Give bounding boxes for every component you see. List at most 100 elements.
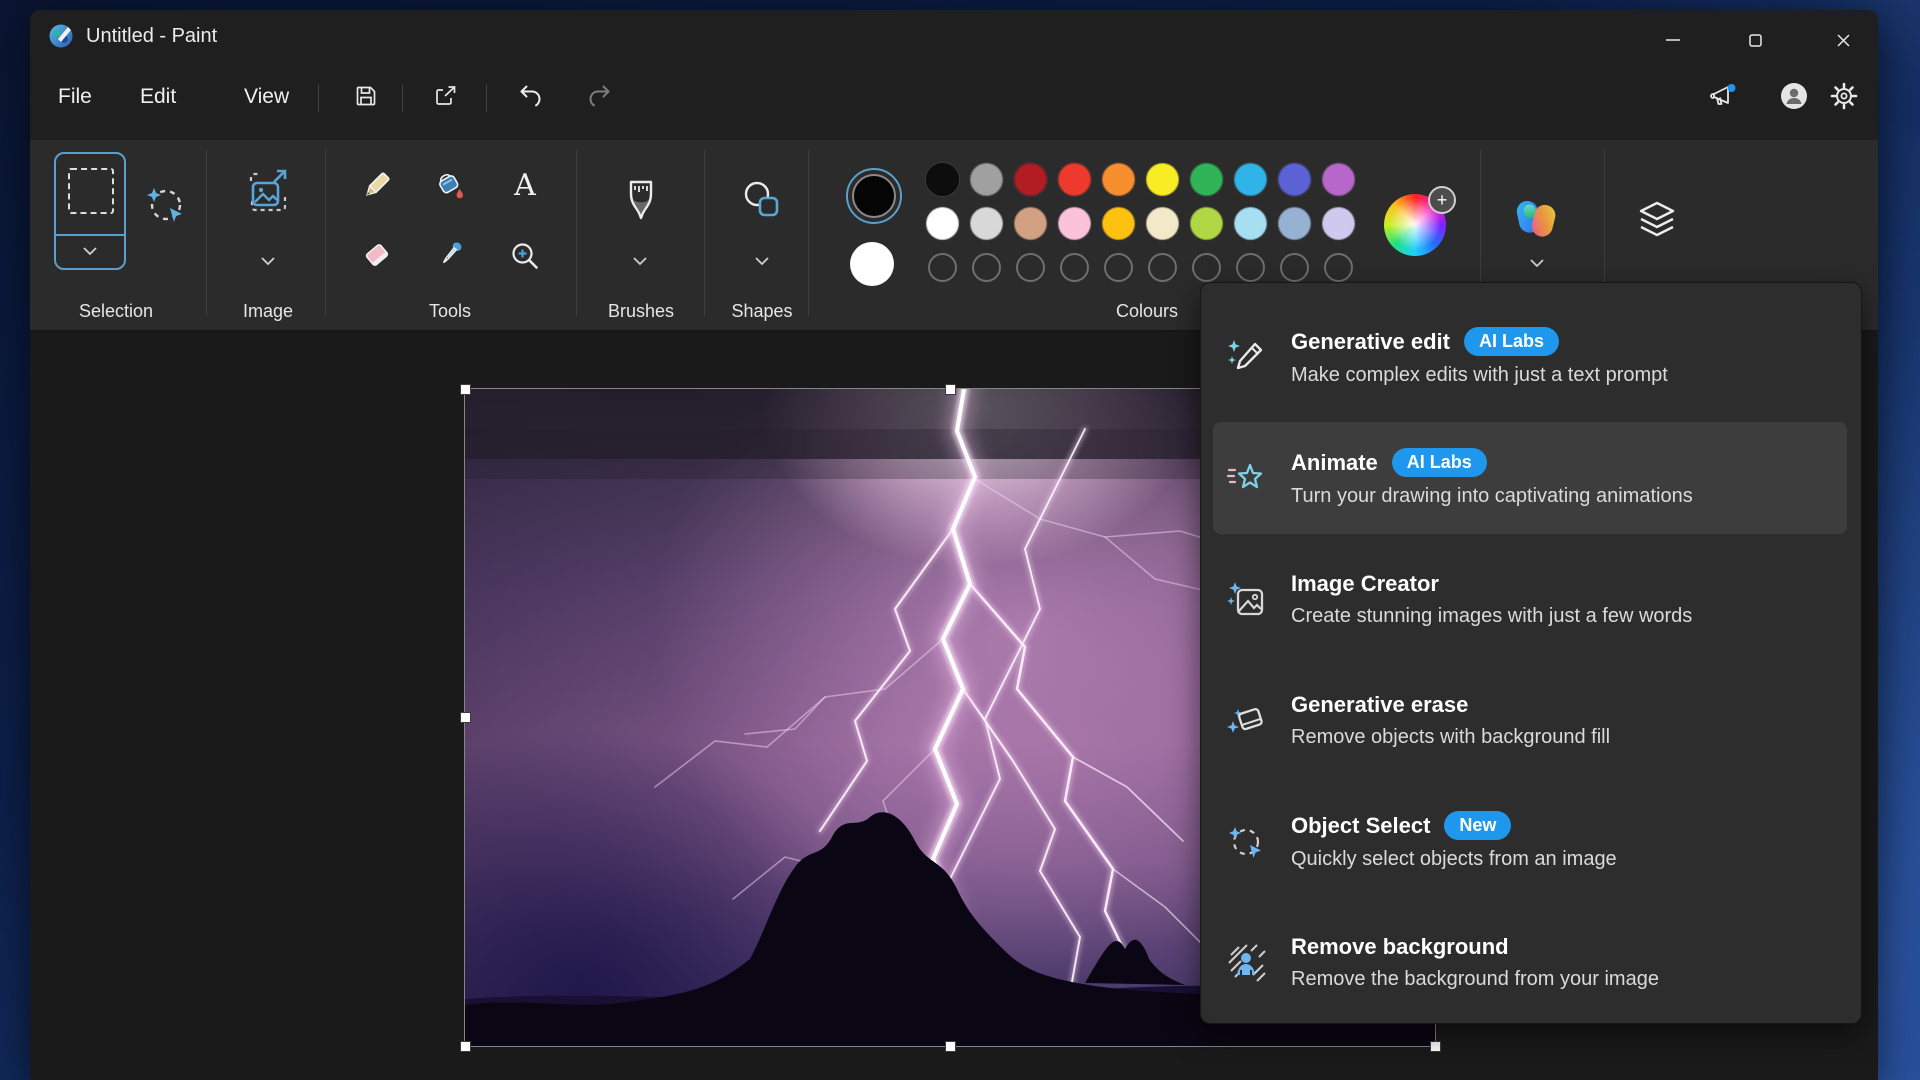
colour-swatch[interactable] — [1234, 163, 1267, 196]
empty-colour-slot[interactable] — [1280, 253, 1309, 282]
empty-colour-slot[interactable] — [1192, 253, 1221, 282]
remove-background-icon — [1223, 941, 1269, 983]
animate-icon — [1223, 457, 1269, 499]
menu-item-description: Make complex edits with just a text prom… — [1291, 364, 1668, 387]
colour-2[interactable] — [850, 242, 894, 286]
selection-tool-button[interactable] — [54, 152, 126, 270]
menu-item-description: Remove objects with background fill — [1291, 726, 1610, 749]
colour-swatch[interactable] — [1322, 163, 1355, 196]
group-label-tools: Tools — [429, 301, 471, 322]
menu-item-image-creator[interactable]: Image Creator Create stunning images wit… — [1213, 543, 1847, 655]
selection-handle-mid-left[interactable] — [460, 712, 471, 723]
colour-swatch[interactable] — [1102, 207, 1135, 240]
menu-item-description: Quickly select objects from an image — [1291, 848, 1617, 871]
empty-colour-slot[interactable] — [1016, 253, 1045, 282]
separator — [318, 84, 319, 112]
settings-gear-icon[interactable] — [1822, 76, 1866, 116]
menu-edit[interactable]: Edit — [134, 80, 182, 114]
ai-labs-badge: AI Labs — [1464, 327, 1559, 356]
image-creator-icon — [1223, 578, 1269, 620]
generative-erase-icon — [1223, 699, 1269, 741]
maximize-button[interactable] — [1732, 24, 1778, 56]
save-button[interactable] — [344, 76, 388, 116]
text-tool-icon[interactable]: A — [508, 166, 542, 202]
menu-item-title: Generative edit — [1291, 329, 1450, 355]
menu-item-remove-background[interactable]: Remove background Remove the background … — [1213, 906, 1847, 1018]
copilot-button[interactable] — [1510, 189, 1564, 243]
separator — [402, 84, 403, 112]
selection-handle-bottom-center[interactable] — [945, 1041, 956, 1052]
image-tool-icon[interactable] — [242, 166, 294, 218]
titlebar: Untitled - Paint — [30, 10, 1878, 62]
colour-swatch[interactable] — [1234, 207, 1267, 240]
empty-colour-slot[interactable] — [928, 253, 957, 282]
generative-edit-icon — [1223, 336, 1269, 378]
menu-item-generative-edit[interactable]: Generative edit AI Labs Make complex edi… — [1213, 301, 1847, 413]
colour-swatch[interactable] — [926, 163, 959, 196]
menu-item-description: Remove the background from your image — [1291, 968, 1659, 991]
colour-1-selected[interactable] — [846, 168, 902, 224]
group-label-colours: Colours — [1116, 301, 1178, 322]
menu-view[interactable]: View — [238, 80, 295, 114]
separator — [486, 84, 487, 112]
empty-colour-slot[interactable] — [1236, 253, 1265, 282]
colour-swatch[interactable] — [1190, 163, 1223, 196]
menu-file[interactable]: File — [52, 80, 98, 114]
eraser-tool-icon[interactable] — [359, 237, 395, 273]
undo-button[interactable] — [508, 76, 552, 116]
paint-window: Untitled - Paint File Edit View — [30, 10, 1878, 1080]
colour-swatch[interactable] — [1190, 207, 1223, 240]
selection-handle-bottom-left[interactable] — [460, 1041, 471, 1052]
colour-palette — [926, 163, 1355, 284]
colour-swatch[interactable] — [1146, 207, 1179, 240]
feedback-megaphone-icon[interactable] — [1702, 76, 1746, 116]
redo-button[interactable] — [578, 76, 622, 116]
colour-swatch[interactable] — [1058, 163, 1091, 196]
empty-colour-slot[interactable] — [972, 253, 1001, 282]
ai-labs-badge: AI Labs — [1392, 448, 1487, 477]
empty-colour-slot[interactable] — [1324, 253, 1353, 282]
colour-swatch[interactable] — [1278, 163, 1311, 196]
account-icon[interactable] — [1772, 76, 1816, 116]
colour-swatch[interactable] — [970, 207, 1003, 240]
shapes-icon[interactable] — [738, 176, 786, 224]
selection-handle-top-left[interactable] — [460, 384, 471, 395]
empty-colour-slot[interactable] — [1148, 253, 1177, 282]
magnifier-tool-icon[interactable] — [507, 238, 543, 274]
close-button[interactable] — [1820, 24, 1866, 56]
fill-tool-icon[interactable] — [432, 167, 468, 203]
paint-app-icon — [48, 23, 74, 49]
group-label-brushes: Brushes — [608, 301, 674, 322]
colour-swatch[interactable] — [1146, 163, 1179, 196]
add-colour-icon[interactable]: + — [1428, 186, 1456, 214]
empty-colour-slot[interactable] — [1060, 253, 1089, 282]
selection-handle-bottom-right[interactable] — [1430, 1041, 1441, 1052]
colour-swatch[interactable] — [926, 207, 959, 240]
colour-swatch[interactable] — [1278, 207, 1311, 240]
colour-swatch[interactable] — [1322, 207, 1355, 240]
menu-item-description: Create stunning images with just a few w… — [1291, 605, 1692, 628]
object-select-tool-icon[interactable] — [138, 176, 194, 232]
menu-item-title: Generative erase — [1291, 692, 1468, 718]
colour-swatch[interactable] — [1014, 163, 1047, 196]
minimize-button[interactable] — [1650, 24, 1696, 56]
menu-item-generative-erase[interactable]: Generative erase Remove objects with bac… — [1213, 664, 1847, 776]
brushes-icon[interactable] — [620, 176, 662, 224]
new-badge: New — [1444, 811, 1511, 840]
menu-item-animate[interactable]: Animate AI Labs Turn your drawing into c… — [1213, 422, 1847, 534]
ribbon-divider — [325, 150, 326, 316]
share-button[interactable] — [423, 76, 467, 116]
eyedropper-tool-icon[interactable] — [432, 237, 468, 273]
menu-item-description: Turn your drawing into captivating anima… — [1291, 485, 1693, 508]
colour-swatch[interactable] — [970, 163, 1003, 196]
empty-colour-slot[interactable] — [1104, 253, 1133, 282]
group-label-selection: Selection — [79, 301, 153, 322]
colour-swatch[interactable] — [1014, 207, 1047, 240]
colour-swatch[interactable] — [1102, 163, 1135, 196]
ribbon-divider — [704, 150, 705, 316]
colour-swatch[interactable] — [1058, 207, 1091, 240]
layers-icon[interactable] — [1634, 198, 1680, 242]
selection-handle-top-center[interactable] — [945, 384, 956, 395]
pencil-tool-icon[interactable] — [359, 167, 395, 203]
menu-item-object-select[interactable]: Object Select New Quickly select objects… — [1213, 785, 1847, 897]
